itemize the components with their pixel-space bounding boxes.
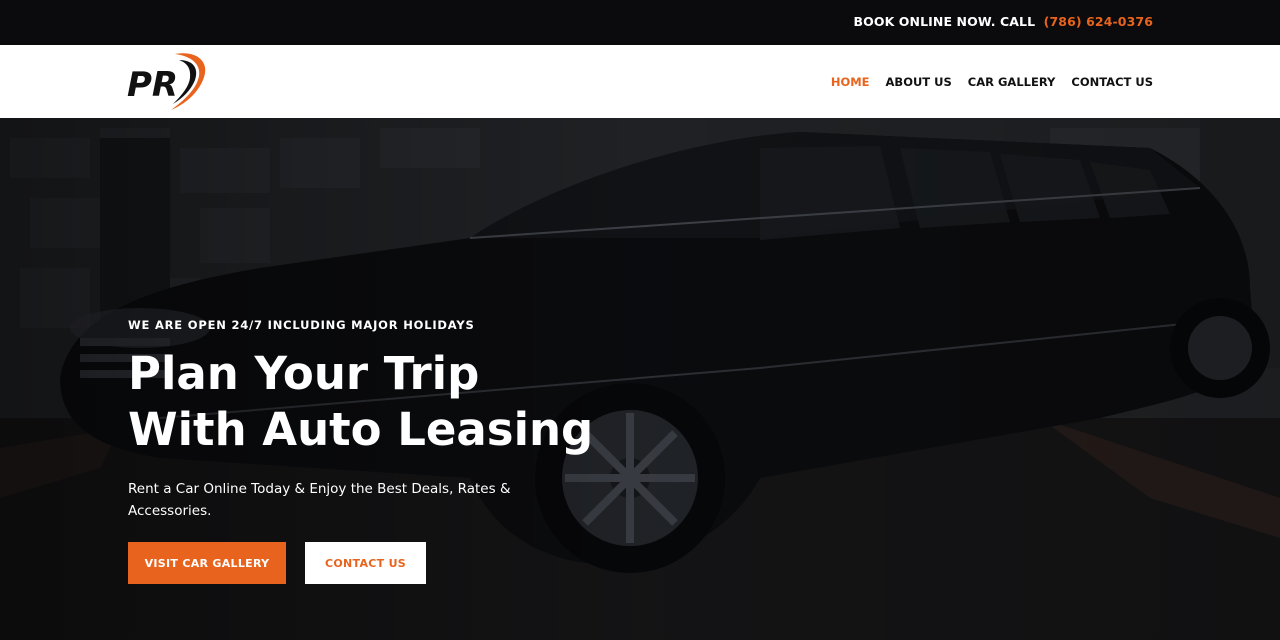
hero-section: WE ARE OPEN 24/7 INCLUDING MAJOR HOLIDAY… [0, 118, 1280, 640]
nav-item-car-gallery[interactable]: CAR GALLERY [968, 75, 1056, 89]
booking-text: BOOK ONLINE NOW. CALL [853, 14, 1036, 29]
main-nav: HOME ABOUT US CAR GALLERY CONTACT US [831, 75, 1153, 89]
contact-us-button[interactable]: CONTACT US [305, 542, 426, 584]
hero-kicker: WE ARE OPEN 24/7 INCLUDING MAJOR HOLIDAY… [128, 318, 475, 332]
nav-item-home[interactable]: HOME [831, 75, 870, 89]
site-header: PR HOME ABOUT US CAR GALLERY CONTACT US [0, 45, 1280, 118]
hero-title-line-1: Plan Your Trip [128, 347, 480, 400]
logo-text: PR [127, 65, 178, 105]
hero-subtitle: Rent a Car Online Today & Enjoy the Best… [128, 481, 511, 519]
visit-car-gallery-button[interactable]: VISIT CAR GALLERY [128, 542, 286, 584]
pr-logo-icon: PR [127, 53, 206, 110]
phone-link[interactable]: (786) 624-0376 [1044, 14, 1153, 29]
hero-buttons: VISIT CAR GALLERY CONTACT US [128, 542, 688, 584]
nav-item-about-us[interactable]: ABOUT US [886, 75, 952, 89]
top-bar: BOOK ONLINE NOW. CALL (786) 624-0376 [0, 0, 1280, 45]
booking-callout: BOOK ONLINE NOW. CALL (786) 624-0376 [853, 14, 1153, 29]
hero-title: Plan Your Trip With Auto Leasing [128, 346, 688, 458]
hero-content: WE ARE OPEN 24/7 INCLUDING MAJOR HOLIDAY… [128, 318, 688, 584]
brand-logo[interactable]: PR [127, 50, 211, 112]
hero-title-line-2: With Auto Leasing [128, 403, 594, 456]
nav-item-contact-us[interactable]: CONTACT US [1071, 75, 1153, 89]
